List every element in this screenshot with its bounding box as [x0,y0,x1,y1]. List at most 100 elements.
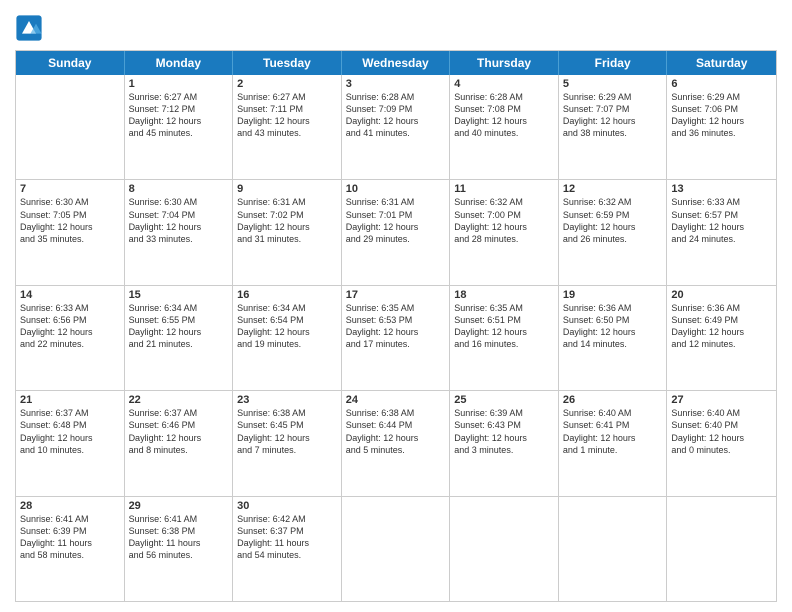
cal-cell-1-1 [16,75,125,179]
day-number: 30 [237,500,337,512]
day-number: 28 [20,500,120,512]
cell-info: Sunrise: 6:41 AM Sunset: 6:39 PM Dayligh… [20,513,120,562]
cell-info: Sunrise: 6:40 AM Sunset: 6:40 PM Dayligh… [671,407,772,456]
logo-icon [15,14,43,42]
day-number: 18 [454,289,554,301]
calendar-header-row: SundayMondayTuesdayWednesdayThursdayFrid… [16,51,776,75]
day-number: 25 [454,394,554,406]
cell-info: Sunrise: 6:30 AM Sunset: 7:04 PM Dayligh… [129,196,229,245]
cal-cell-1-3: 2Sunrise: 6:27 AM Sunset: 7:11 PM Daylig… [233,75,342,179]
day-number: 13 [671,183,772,195]
cell-info: Sunrise: 6:42 AM Sunset: 6:37 PM Dayligh… [237,513,337,562]
day-number: 6 [671,78,772,90]
day-number: 29 [129,500,229,512]
cal-cell-2-3: 9Sunrise: 6:31 AM Sunset: 7:02 PM Daylig… [233,180,342,284]
cell-info: Sunrise: 6:33 AM Sunset: 6:57 PM Dayligh… [671,196,772,245]
cal-cell-5-7 [667,497,776,601]
cell-info: Sunrise: 6:37 AM Sunset: 6:46 PM Dayligh… [129,407,229,456]
cell-info: Sunrise: 6:35 AM Sunset: 6:51 PM Dayligh… [454,302,554,351]
cal-cell-2-7: 13Sunrise: 6:33 AM Sunset: 6:57 PM Dayli… [667,180,776,284]
cell-info: Sunrise: 6:36 AM Sunset: 6:49 PM Dayligh… [671,302,772,351]
cal-cell-1-2: 1Sunrise: 6:27 AM Sunset: 7:12 PM Daylig… [125,75,234,179]
cell-info: Sunrise: 6:32 AM Sunset: 7:00 PM Dayligh… [454,196,554,245]
day-number: 19 [563,289,663,301]
cal-cell-4-1: 21Sunrise: 6:37 AM Sunset: 6:48 PM Dayli… [16,391,125,495]
cal-cell-3-2: 15Sunrise: 6:34 AM Sunset: 6:55 PM Dayli… [125,286,234,390]
cal-cell-5-5 [450,497,559,601]
day-number: 10 [346,183,446,195]
day-number: 5 [563,78,663,90]
cell-info: Sunrise: 6:40 AM Sunset: 6:41 PM Dayligh… [563,407,663,456]
day-number: 21 [20,394,120,406]
day-number: 2 [237,78,337,90]
cell-info: Sunrise: 6:31 AM Sunset: 7:02 PM Dayligh… [237,196,337,245]
cal-cell-3-5: 18Sunrise: 6:35 AM Sunset: 6:51 PM Dayli… [450,286,559,390]
cell-info: Sunrise: 6:29 AM Sunset: 7:07 PM Dayligh… [563,91,663,140]
cell-info: Sunrise: 6:36 AM Sunset: 6:50 PM Dayligh… [563,302,663,351]
day-number: 1 [129,78,229,90]
day-number: 3 [346,78,446,90]
cal-week-5: 28Sunrise: 6:41 AM Sunset: 6:39 PM Dayli… [16,497,776,601]
cal-header-friday: Friday [559,51,668,75]
day-number: 8 [129,183,229,195]
cell-info: Sunrise: 6:34 AM Sunset: 6:54 PM Dayligh… [237,302,337,351]
cal-cell-5-2: 29Sunrise: 6:41 AM Sunset: 6:38 PM Dayli… [125,497,234,601]
day-number: 22 [129,394,229,406]
cal-cell-1-7: 6Sunrise: 6:29 AM Sunset: 7:06 PM Daylig… [667,75,776,179]
cal-week-3: 14Sunrise: 6:33 AM Sunset: 6:56 PM Dayli… [16,286,776,391]
cal-header-thursday: Thursday [450,51,559,75]
cell-info: Sunrise: 6:28 AM Sunset: 7:08 PM Dayligh… [454,91,554,140]
cal-cell-2-4: 10Sunrise: 6:31 AM Sunset: 7:01 PM Dayli… [342,180,451,284]
cal-week-1: 1Sunrise: 6:27 AM Sunset: 7:12 PM Daylig… [16,75,776,180]
header [15,10,777,42]
cal-cell-1-4: 3Sunrise: 6:28 AM Sunset: 7:09 PM Daylig… [342,75,451,179]
cal-cell-5-1: 28Sunrise: 6:41 AM Sunset: 6:39 PM Dayli… [16,497,125,601]
day-number: 12 [563,183,663,195]
cell-info: Sunrise: 6:34 AM Sunset: 6:55 PM Dayligh… [129,302,229,351]
day-number: 20 [671,289,772,301]
cell-info: Sunrise: 6:30 AM Sunset: 7:05 PM Dayligh… [20,196,120,245]
cal-header-sunday: Sunday [16,51,125,75]
cal-week-4: 21Sunrise: 6:37 AM Sunset: 6:48 PM Dayli… [16,391,776,496]
day-number: 15 [129,289,229,301]
cal-cell-4-3: 23Sunrise: 6:38 AM Sunset: 6:45 PM Dayli… [233,391,342,495]
cal-cell-4-4: 24Sunrise: 6:38 AM Sunset: 6:44 PM Dayli… [342,391,451,495]
day-number: 17 [346,289,446,301]
cal-cell-2-1: 7Sunrise: 6:30 AM Sunset: 7:05 PM Daylig… [16,180,125,284]
page: SundayMondayTuesdayWednesdayThursdayFrid… [0,0,792,612]
cal-cell-3-7: 20Sunrise: 6:36 AM Sunset: 6:49 PM Dayli… [667,286,776,390]
cell-info: Sunrise: 6:39 AM Sunset: 6:43 PM Dayligh… [454,407,554,456]
cal-cell-3-1: 14Sunrise: 6:33 AM Sunset: 6:56 PM Dayli… [16,286,125,390]
cell-info: Sunrise: 6:29 AM Sunset: 7:06 PM Dayligh… [671,91,772,140]
day-number: 7 [20,183,120,195]
cal-cell-4-5: 25Sunrise: 6:39 AM Sunset: 6:43 PM Dayli… [450,391,559,495]
cal-header-tuesday: Tuesday [233,51,342,75]
cell-info: Sunrise: 6:38 AM Sunset: 6:45 PM Dayligh… [237,407,337,456]
cal-cell-2-6: 12Sunrise: 6:32 AM Sunset: 6:59 PM Dayli… [559,180,668,284]
day-number: 24 [346,394,446,406]
cal-header-saturday: Saturday [667,51,776,75]
cell-info: Sunrise: 6:27 AM Sunset: 7:12 PM Dayligh… [129,91,229,140]
day-number: 4 [454,78,554,90]
cell-info: Sunrise: 6:35 AM Sunset: 6:53 PM Dayligh… [346,302,446,351]
cell-info: Sunrise: 6:33 AM Sunset: 6:56 PM Dayligh… [20,302,120,351]
cal-cell-3-6: 19Sunrise: 6:36 AM Sunset: 6:50 PM Dayli… [559,286,668,390]
cell-info: Sunrise: 6:27 AM Sunset: 7:11 PM Dayligh… [237,91,337,140]
cal-cell-3-3: 16Sunrise: 6:34 AM Sunset: 6:54 PM Dayli… [233,286,342,390]
cal-cell-2-5: 11Sunrise: 6:32 AM Sunset: 7:00 PM Dayli… [450,180,559,284]
day-number: 23 [237,394,337,406]
cell-info: Sunrise: 6:38 AM Sunset: 6:44 PM Dayligh… [346,407,446,456]
cal-cell-4-2: 22Sunrise: 6:37 AM Sunset: 6:46 PM Dayli… [125,391,234,495]
cal-cell-1-6: 5Sunrise: 6:29 AM Sunset: 7:07 PM Daylig… [559,75,668,179]
cal-header-wednesday: Wednesday [342,51,451,75]
cal-cell-3-4: 17Sunrise: 6:35 AM Sunset: 6:53 PM Dayli… [342,286,451,390]
cal-cell-5-4 [342,497,451,601]
day-number: 16 [237,289,337,301]
cell-info: Sunrise: 6:37 AM Sunset: 6:48 PM Dayligh… [20,407,120,456]
calendar: SundayMondayTuesdayWednesdayThursdayFrid… [15,50,777,602]
calendar-body: 1Sunrise: 6:27 AM Sunset: 7:12 PM Daylig… [16,75,776,601]
cal-cell-4-7: 27Sunrise: 6:40 AM Sunset: 6:40 PM Dayli… [667,391,776,495]
day-number: 26 [563,394,663,406]
cal-cell-4-6: 26Sunrise: 6:40 AM Sunset: 6:41 PM Dayli… [559,391,668,495]
cell-info: Sunrise: 6:28 AM Sunset: 7:09 PM Dayligh… [346,91,446,140]
